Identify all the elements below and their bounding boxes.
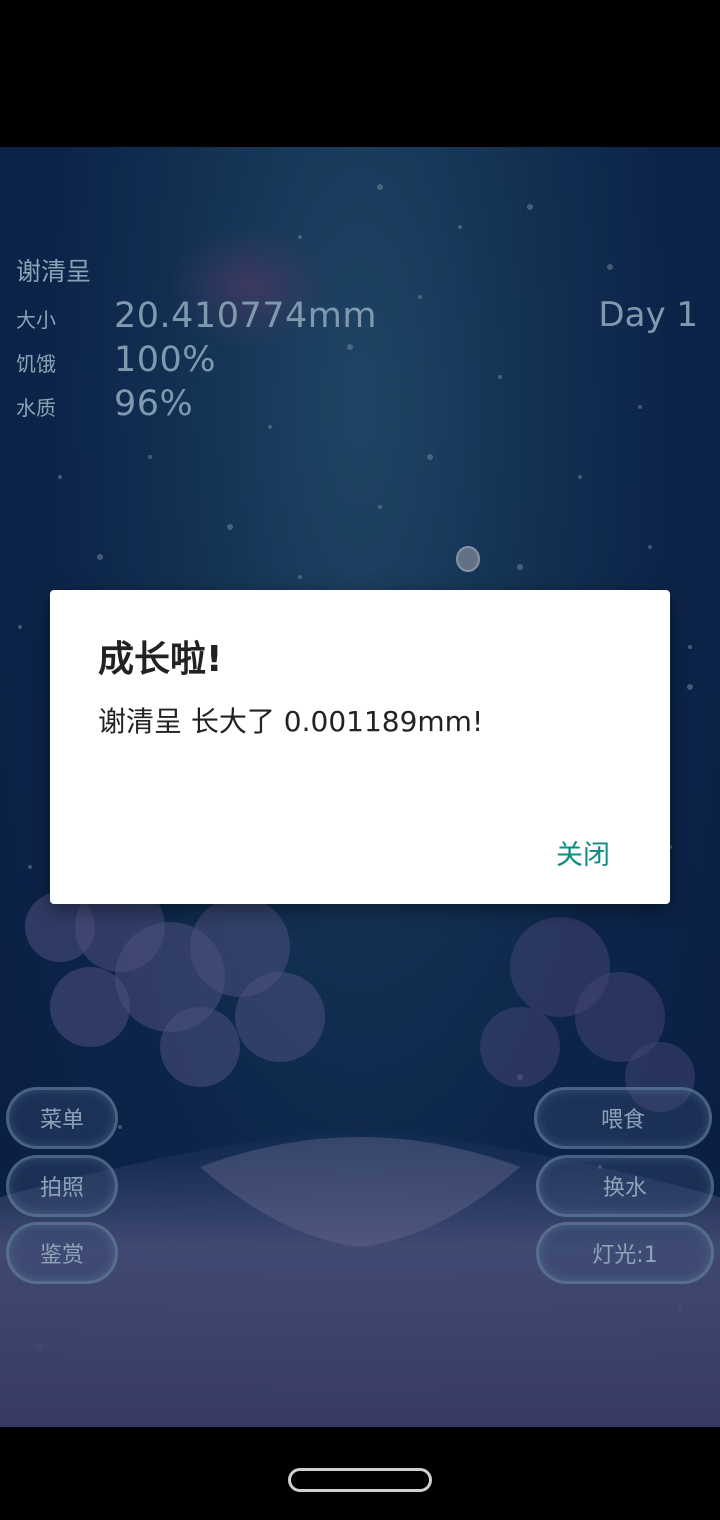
home-gesture-bar[interactable] xyxy=(288,1468,432,1492)
dialog-message: 谢清呈 长大了 0.001189mm! xyxy=(98,705,484,738)
phone-screen: 谢清呈 大小 20.410774mm 饥饿 100% 水质 96% Day 1 … xyxy=(0,0,720,1520)
gallery-button[interactable]: 鉴赏 xyxy=(6,1222,118,1284)
change-water-button[interactable]: 换水 xyxy=(536,1155,714,1217)
menu-button[interactable]: 菜单 xyxy=(6,1087,118,1149)
size-label: 大小 xyxy=(16,308,56,332)
close-button[interactable]: 关闭 xyxy=(556,833,610,872)
day-counter: Day 1 xyxy=(598,295,698,335)
light-button[interactable]: 灯光:1 xyxy=(536,1222,714,1284)
photo-button[interactable]: 拍照 xyxy=(6,1155,118,1217)
hunger-label: 饥饿 xyxy=(16,352,56,376)
system-nav-bar xyxy=(0,1427,720,1520)
hunger-value: 100% xyxy=(114,340,217,380)
water-quality-label: 水质 xyxy=(16,396,56,420)
growth-dialog: 成长啦! 谢清呈 长大了 0.001189mm! 关闭 xyxy=(50,590,670,904)
feed-button[interactable]: 喂食 xyxy=(534,1087,712,1149)
fish-name: 谢清呈 xyxy=(16,257,92,286)
size-value: 20.410774mm xyxy=(114,296,377,336)
dialog-title: 成长啦! xyxy=(98,639,223,680)
water-quality-value: 96% xyxy=(114,384,194,424)
